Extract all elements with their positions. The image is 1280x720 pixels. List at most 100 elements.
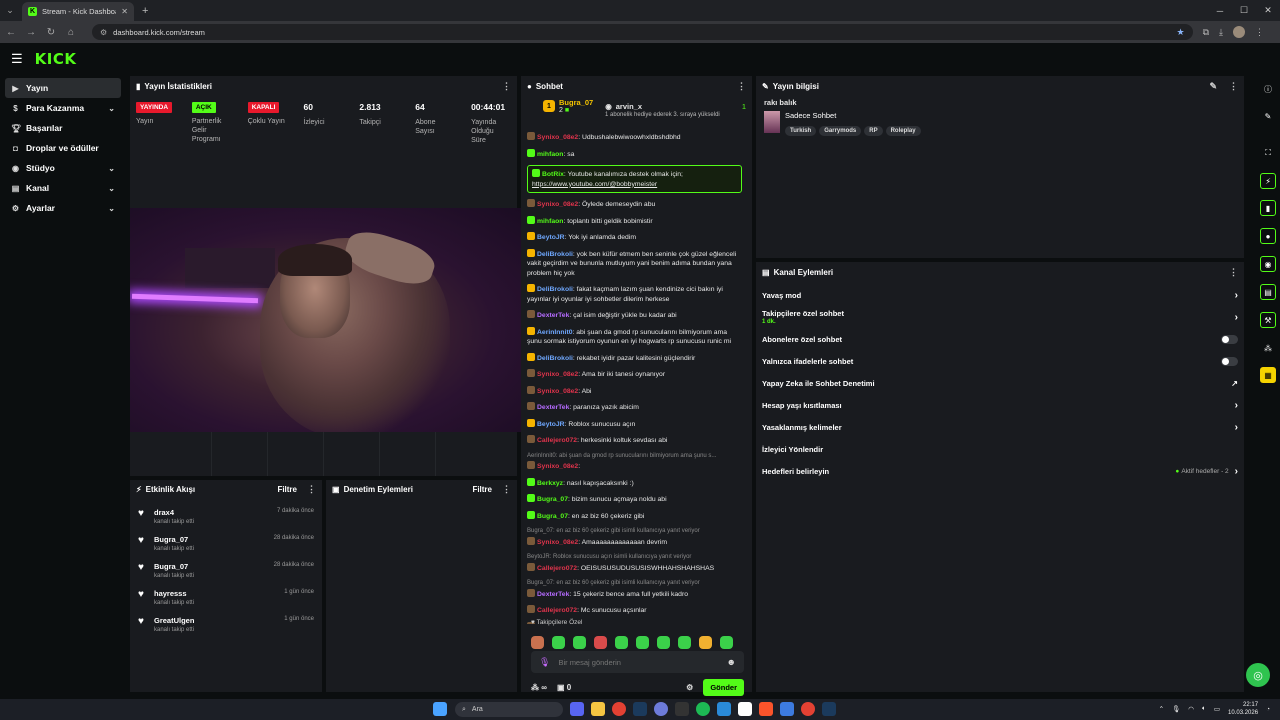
chat-message[interactable]: mihfaon: sa [527, 148, 742, 160]
microphone-icon[interactable]: 🎙︎ [539, 657, 550, 668]
emote-icon[interactable] [699, 636, 712, 649]
app-icon[interactable] [780, 702, 794, 716]
chat-username[interactable]: BotRix [542, 171, 564, 178]
chat-username[interactable]: Bugra_07 [537, 513, 568, 520]
chat-message[interactable]: Bugra_07: en az biz 60 çekeriz gibi isim… [527, 579, 742, 599]
filter-button[interactable]: Filtre [472, 485, 492, 494]
sidebar-item-para-kazanma[interactable]: $ Para Kazanma ⌄ [5, 98, 121, 118]
brave-icon[interactable] [759, 702, 773, 716]
activity-item[interactable]: ♥ Bugra_07 kanalı takip etti 28 dakika önce [130, 531, 322, 558]
chat-username[interactable]: DexterTek [537, 591, 569, 598]
chat-username[interactable]: Callejero072 [537, 607, 577, 614]
chat-message[interactable]: Synixo_08e2: Abi [527, 385, 742, 397]
chat-username[interactable]: DeliBrokoli [537, 251, 573, 258]
emote-icon[interactable] [573, 636, 586, 649]
chat-username[interactable]: Synixo_08e2 [537, 134, 578, 141]
chrome-icon[interactable] [612, 702, 626, 716]
emote-icon[interactable] [720, 636, 733, 649]
chat-message[interactable]: DeliBrokoli: rekabet iyidir pazar kalite… [527, 352, 742, 364]
close-window-icon[interactable]: ✕ [1256, 0, 1280, 21]
info-icon[interactable]: ⓘ [1260, 81, 1276, 97]
chat-message[interactable]: DeliBrokoli: yok ben küfür etmem ben sen… [527, 248, 742, 279]
chat-message[interactable]: AerinInnit0: abi şuan da gmod rp sunucul… [527, 452, 742, 472]
volume-icon[interactable]: 🔈︎ [1202, 705, 1206, 713]
action-goals[interactable]: Hedefleri belirleyin Aktif hedefler - 2 › [756, 460, 1244, 482]
action-banned-words[interactable]: Yasaklanmış kelimeler › [756, 416, 1244, 438]
activity-item[interactable]: ♥ hayresss kanalı takip etti 1 gün önce [130, 585, 322, 612]
more-options-icon[interactable]: ⋮ [502, 81, 511, 92]
download-icon[interactable]: ⤓ [1219, 27, 1223, 38]
chat-username[interactable]: DeliBrokoli [537, 355, 573, 362]
chat-message[interactable]: AerinInnit0: abi şuan da gmod rp sunucul… [527, 326, 742, 347]
activity-item[interactable]: ♥ Bugra_07 kanalı takip etti 28 dakika önce [130, 558, 322, 585]
extensions-icon[interactable]: ⧉ [1203, 27, 1209, 38]
site-info-icon[interactable]: ⚙ [100, 28, 107, 37]
activity-user[interactable]: Bugra_07 [154, 562, 194, 571]
more-options-icon[interactable]: ⋮ [1229, 267, 1238, 278]
chat-settings-icon[interactable]: ⚙ [686, 683, 693, 692]
minimize-icon[interactable]: ─ [1208, 0, 1232, 21]
close-tab-icon[interactable]: ✕ [121, 7, 128, 16]
chat-username[interactable]: BeytoJR [537, 421, 565, 428]
action-ai-moderation[interactable]: Yapay Zeka ile Sohbet Denetimi ↗ [756, 372, 1244, 394]
steam-icon[interactable] [633, 702, 647, 716]
share-icon[interactable]: ⁂ [1260, 340, 1276, 356]
more-options-icon[interactable]: ⋮ [737, 81, 746, 92]
profile-avatar[interactable] [1233, 26, 1245, 38]
action-raid[interactable]: İzleyici Yönlendir [756, 438, 1244, 460]
chat-message[interactable]: Synixo_08e2: Öylede demeseydin abu [527, 199, 742, 210]
reply-reference[interactable]: Bugra_07: en az biz 60 çekeriz gibi isim… [527, 579, 742, 589]
taskbar-search[interactable]: ⌕ Ara [455, 702, 563, 717]
url-text[interactable]: dashboard.kick.com/stream [113, 28, 1170, 37]
chat-message[interactable]: Callejero072: Mc sunucusu açsınlar [527, 605, 742, 616]
chat-message-list[interactable]: Synixo_08e2: Udbushalebwiwoowhxldbshdbhd… [527, 132, 742, 624]
forward-icon[interactable]: → [26, 27, 36, 38]
home-icon[interactable]: ⌂ [66, 27, 76, 38]
chat-message[interactable]: BotRix: Youtube kanalımıza destek olmak … [527, 165, 742, 193]
chat-username[interactable]: Synixo_08e2 [537, 201, 578, 208]
channel-icon[interactable]: ▤ [1260, 284, 1276, 300]
bookmark-star-icon[interactable]: ★ [1177, 27, 1185, 38]
chat-message[interactable]: Synixo_08e2: Ama bir iki tanesi oynanıyo… [527, 369, 742, 380]
subscribers-only-toggle[interactable] [1221, 334, 1238, 344]
emote-icon[interactable] [552, 636, 565, 649]
chat-username[interactable]: Bugra_07 [537, 496, 568, 503]
chat-username[interactable]: Berkxyz [537, 480, 563, 487]
clapper-icon[interactable]: ▦ [1260, 367, 1276, 383]
chat-username[interactable]: Synixo_08e2 [537, 371, 578, 378]
chat-message[interactable]: mihfaon: toplantı bitti geldik bobimisti… [527, 215, 742, 227]
activity-user[interactable]: hayresss [154, 589, 194, 598]
chevron-up-icon[interactable]: ⌃ [1159, 705, 1164, 713]
vscode-icon[interactable] [717, 702, 731, 716]
chat-message[interactable]: BeytoJR: Roblox sunucusu açın isimli kul… [527, 553, 742, 573]
hamburger-menu-icon[interactable]: ☰ [11, 51, 23, 67]
chat-username[interactable]: Synixo_08e2 [537, 539, 578, 546]
chat-username[interactable]: Callejero072 [537, 437, 577, 444]
category-thumbnail[interactable] [764, 111, 780, 133]
emotes-only-toggle[interactable] [1221, 356, 1238, 366]
reply-reference[interactable]: AerinInnit0: abi şuan da gmod rp sunucul… [527, 452, 742, 462]
send-button[interactable]: Gönder [703, 678, 744, 696]
wifi-icon[interactable]: ◠ [1188, 705, 1194, 713]
kick-logo[interactable]: KICK [35, 50, 77, 68]
broadcast-icon[interactable]: ◉ [1260, 256, 1276, 272]
chrome-icon[interactable] [801, 702, 815, 716]
chat-username[interactable]: Synixo_08e2 [537, 463, 578, 470]
chat-message[interactable]: DexterTek: çal isim değiştir yükle bu ka… [527, 310, 742, 321]
chat-message[interactable]: Callejero072: herkesinki koltuk sevdası … [527, 435, 742, 446]
maximize-icon[interactable]: ☐ [1232, 0, 1256, 21]
chat-username[interactable]: DeliBrokoli [537, 286, 573, 293]
chat-message[interactable]: BeytoJR: Roblox sunucusu açın [527, 418, 742, 430]
activity-user[interactable]: GreatUlgen [154, 616, 194, 625]
chat-icon[interactable]: ● [1260, 228, 1276, 244]
emote-icon[interactable] [594, 636, 607, 649]
back-icon[interactable]: ← [6, 27, 16, 38]
tab-search-icon[interactable]: ⌄ [0, 0, 20, 21]
edit-icon[interactable]: ✎ [1209, 81, 1217, 92]
spotify-icon[interactable] [696, 702, 710, 716]
gift-icon[interactable]: ▣ 0 [557, 683, 571, 692]
activity-user[interactable]: drax4 [154, 508, 194, 517]
wrench-icon[interactable]: ⚒ [1260, 312, 1276, 328]
activity-item[interactable]: ♥ drax4 kanalı takip etti 7 dakika önce [130, 504, 322, 531]
reload-icon[interactable]: ↻ [46, 27, 56, 38]
